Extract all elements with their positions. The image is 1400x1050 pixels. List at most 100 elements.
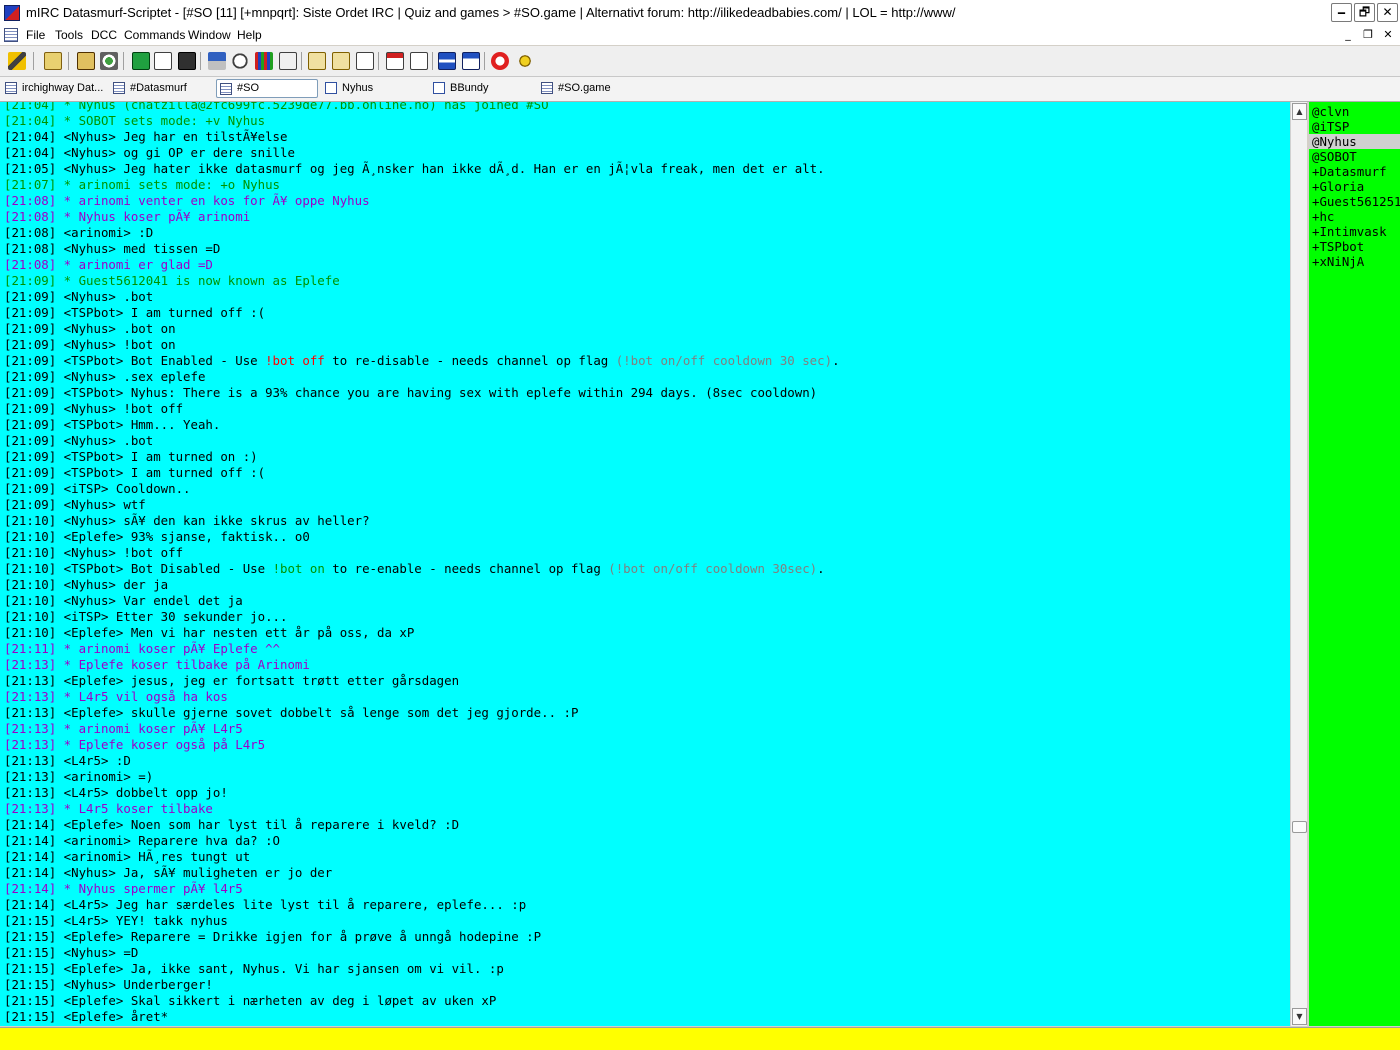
timer-icon[interactable] — [231, 52, 249, 70]
chat-line: [21:14] <L4r5> Jeg har særdeles lite lys… — [4, 897, 527, 912]
menu-help[interactable]: Help — [237, 28, 262, 42]
nick-list-item[interactable]: @iTSP — [1309, 119, 1400, 134]
logs-icon[interactable] — [332, 52, 350, 70]
toolbar-separator — [484, 52, 485, 70]
menu-tools[interactable]: Tools — [55, 28, 83, 42]
channels-list-icon[interactable] — [132, 52, 150, 70]
channel-window-icon[interactable] — [4, 28, 18, 42]
nick-list-item[interactable]: +TSPbot — [1309, 239, 1400, 254]
scroll-down-arrow-icon[interactable]: ▼ — [1292, 1008, 1307, 1025]
chat-line: [21:09] * Guest5612041 is now known as E… — [4, 273, 340, 288]
status-window-icon — [5, 82, 17, 94]
chat-line-segment: [21:09] <TSPbot> Bot Enabled - Use — [4, 353, 266, 368]
chat-line-segment: . — [817, 561, 825, 576]
restore-button[interactable]: 🗗 — [1354, 3, 1375, 22]
tab-so[interactable]: #SO — [216, 79, 318, 98]
tab-datasmurf[interactable]: #Datasmurf — [110, 79, 212, 98]
nick-list-item[interactable]: +Datasmurf — [1309, 164, 1400, 179]
nick-list[interactable]: @clvn @iTSP @Nyhus @SOBOT +Datasmurf +Gloria +… — [1309, 102, 1400, 1026]
channel-list-icon[interactable] — [279, 52, 297, 70]
chat-line: [21:13] * Eplefe koser også på L4r5 — [4, 737, 266, 752]
nick-list-item[interactable]: +Intimvask — [1309, 224, 1400, 239]
notify-list-icon[interactable] — [386, 52, 404, 70]
chat-line: [21:10] <Nyhus> !bot off — [4, 545, 184, 560]
chat-line: [21:11] * arinomi koser pÃ¥ Eplefe ^^ — [4, 641, 281, 656]
minimize-button[interactable]: 🗕 — [1331, 3, 1352, 22]
connect-icon[interactable] — [8, 52, 26, 70]
message-input[interactable] — [0, 1028, 1400, 1050]
tile-icon[interactable] — [438, 52, 456, 70]
nick-list-item[interactable]: +hc — [1309, 209, 1400, 224]
channel-window-icon — [541, 82, 553, 94]
about-icon[interactable] — [516, 52, 534, 70]
chat-line: [21:14] <arinomi> Reparere hva da? :O — [4, 833, 281, 848]
cascade-icon[interactable] — [462, 52, 480, 70]
message-input-box[interactable] — [0, 1027, 1400, 1050]
chat-line: [21:15] <Eplefe> året* — [4, 1009, 169, 1024]
mirc-app-icon[interactable] — [4, 5, 20, 21]
close-button[interactable]: ✕ — [1377, 3, 1398, 22]
chat-line: [21:14] <arinomi> HÃ¸res tungt ut — [4, 849, 251, 864]
chat-log[interactable]: [21:04] * Nyhus (chatzilla@2fc699fc.5239… — [0, 102, 1290, 1026]
toolbar-separator — [378, 52, 379, 70]
tab-bbundy[interactable]: BBundy — [430, 79, 534, 98]
query-window-icon — [325, 82, 337, 94]
chat-line: [21:13] * Eplefe koser tilbake på Arinom… — [4, 657, 310, 672]
mdi-restore-button[interactable]: ❐ — [1360, 28, 1376, 42]
mdi-minimize-button[interactable]: _ — [1340, 28, 1356, 42]
chat-line-segment: !bot off — [265, 353, 325, 368]
chat-tree-icon[interactable] — [100, 52, 118, 70]
chat-line: [21:14] <Eplefe> Noen som har lyst til å… — [4, 817, 460, 832]
dcc-options-icon[interactable] — [410, 52, 428, 70]
chat-line-segment: (!bot on/off cooldown 30sec) — [608, 561, 818, 576]
chat-line-segment: [21:10] <TSPbot> Bot Disabled - Use — [4, 561, 273, 576]
chat-line: [21:10] <TSPbot> Bot Disabled - Use !bot… — [4, 561, 840, 577]
url-list-icon[interactable] — [356, 52, 374, 70]
tab-label: #Datasmurf — [130, 82, 187, 94]
chat-line: [21:08] <Nyhus> med tissen =D — [4, 241, 221, 256]
chat-line: [21:09] <Nyhus> .bot — [4, 433, 154, 448]
toolbar — [0, 46, 1400, 77]
chat-line: [21:13] <arinomi> =) — [4, 769, 154, 784]
tab-label: irchighway Dat... — [22, 82, 104, 94]
nick-list-item[interactable]: @SOBOT — [1309, 149, 1400, 164]
menu-window[interactable]: Window — [188, 28, 231, 42]
help-icon[interactable] — [491, 52, 509, 70]
tab-irchighway-status[interactable]: irchighway Dat... — [2, 79, 106, 98]
chat-line-segment: to re-disable - needs channel op flag — [324, 353, 616, 368]
chat-line: [21:13] * L4r5 koser tilbake — [4, 801, 213, 816]
mdi-close-button[interactable]: ✕ — [1380, 28, 1396, 42]
chat-line: [21:08] <arinomi> :D — [4, 225, 154, 240]
chat-line: [21:04] <Nyhus> Jeg har en tilstÃ¥else — [4, 129, 288, 144]
nick-list-item[interactable]: @Nyhus — [1309, 134, 1400, 149]
chat-scrollbar[interactable]: ▲ ▼ — [1290, 102, 1307, 1026]
scroll-thumb[interactable] — [1292, 821, 1307, 833]
address-book-icon[interactable] — [77, 52, 95, 70]
chat-line: [21:09] <TSPbot> Bot Enabled - Use !bot … — [4, 353, 840, 369]
notify-icon[interactable] — [178, 52, 196, 70]
nick-list-item[interactable]: @clvn — [1309, 104, 1400, 119]
options-icon[interactable] — [44, 52, 62, 70]
tab-label: #SO.game — [558, 82, 611, 94]
colors-icon[interactable] — [255, 52, 273, 70]
tab-so-game[interactable]: #SO.game — [538, 79, 642, 98]
scroll-up-arrow-icon[interactable]: ▲ — [1292, 103, 1307, 120]
dcc-send-icon[interactable] — [208, 52, 226, 70]
menu-bar: File Tools DCC Commands Window Help _ ❐ … — [0, 26, 1400, 46]
scripts-editor-icon[interactable] — [154, 52, 172, 70]
chat-line: [21:05] <Nyhus> Jeg hater ikke datasmurf… — [4, 161, 825, 176]
received-icon[interactable] — [308, 52, 326, 70]
menu-dcc[interactable]: DCC — [91, 28, 117, 42]
chat-line: [21:13] <L4r5> dobbelt opp jo! — [4, 785, 228, 800]
tab-nyhus[interactable]: Nyhus — [322, 79, 426, 98]
chat-line: [21:04] <Nyhus> og gi OP er dere snille — [4, 145, 295, 160]
chat-line: [21:09] <TSPbot> I am turned on :) — [4, 449, 258, 464]
menu-commands[interactable]: Commands — [124, 28, 185, 42]
nick-list-item[interactable]: +xNiNjA — [1309, 254, 1400, 269]
nick-list-item[interactable]: +Guest5612519 — [1309, 194, 1400, 209]
toolbar-separator — [432, 52, 433, 70]
title-bar: mIRC Datasmurf-Scriptet - [#SO [11] [+mn… — [0, 0, 1400, 27]
chat-line: [21:09] <Nyhus> !bot on — [4, 337, 176, 352]
nick-list-item[interactable]: +Gloria — [1309, 179, 1400, 194]
menu-file[interactable]: File — [26, 28, 45, 42]
